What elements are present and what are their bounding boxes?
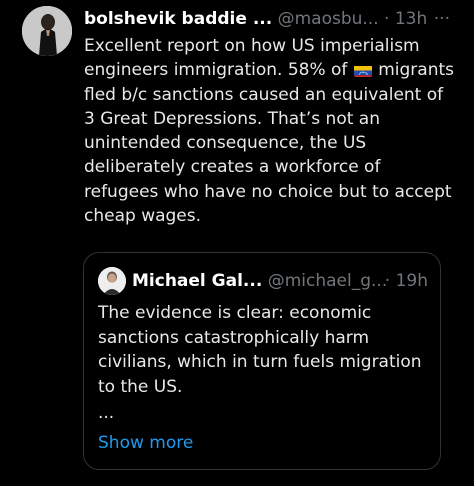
quoted-text-ellipsis: ... <box>98 403 115 423</box>
quoted-author-avatar[interactable] <box>98 267 126 295</box>
author-avatar-image <box>22 6 72 56</box>
author-display-name[interactable]: bolshevik baddie ... <box>84 9 272 29</box>
quoted-author-handle[interactable]: @michael_g... <box>268 271 388 291</box>
quoted-author-display-name[interactable]: Michael Gal... <box>132 271 262 291</box>
quoted-author-avatar-image <box>98 267 126 295</box>
more-options-icon[interactable]: ··· <box>434 7 450 31</box>
header-separator: · <box>384 9 390 29</box>
author-handle[interactable]: @maosbu... <box>278 9 379 29</box>
venezuela-flag-icon <box>353 63 372 78</box>
quoted-time-wrap: · 19h <box>385 269 428 293</box>
author-avatar[interactable] <box>22 6 72 56</box>
quoted-post-time[interactable]: 19h <box>396 271 428 291</box>
show-more-link[interactable]: Show more <box>98 431 193 455</box>
quoted-header-separator: · <box>384 271 391 291</box>
tweet-header: bolshevik baddie ... @maosbu... · 13h ··… <box>84 7 464 31</box>
quoted-tweet-header: Michael Gal... @michael_g... · 19h <box>132 269 432 293</box>
quoted-tweet-text: The evidence is clear: economic sanction… <box>98 303 422 397</box>
tweet-text: Excellent report on how US imperialism e… <box>84 34 454 228</box>
tweet[interactable]: bolshevik baddie ... @maosbu... · 13h ··… <box>0 0 474 486</box>
post-time[interactable]: 13h <box>395 9 427 29</box>
tweet-text-part-2: migrants fled b/c sanctions caused an eq… <box>84 60 454 227</box>
quoted-tweet-card[interactable]: Michael Gal... @michael_g... · 19h The e… <box>83 252 441 470</box>
